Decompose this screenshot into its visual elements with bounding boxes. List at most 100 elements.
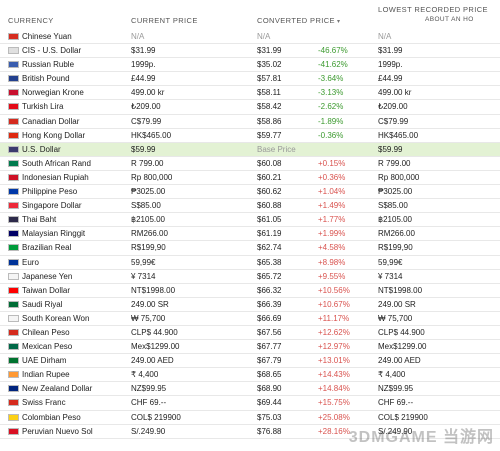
- table-row[interactable]: Thai Baht ฿2105.00 $61.05 +1.77% ฿2105.00: [0, 213, 500, 228]
- percent-difference: +28.16%: [318, 426, 350, 436]
- flag-icon: [8, 89, 19, 97]
- flag-icon: [8, 202, 19, 210]
- current-price: N/A: [131, 32, 145, 41]
- converted-price: $67.56: [257, 327, 282, 337]
- percent-difference: +0.36%: [318, 172, 346, 182]
- percent-difference: +1.49%: [318, 201, 346, 211]
- lowest-recorded-price: C$79.99: [378, 116, 409, 126]
- table-row[interactable]: New Zealand Dollar NZ$99.95 $68.90 +14.84% N…: [0, 382, 500, 397]
- currency-name: Indonesian Rupiah: [22, 172, 89, 182]
- percent-difference: +1.77%: [318, 215, 346, 225]
- current-price: R$199,90: [131, 243, 166, 253]
- table-row[interactable]: Indonesian Rupiah Rp 800,000 $60.21 +0.36% R…: [0, 171, 500, 186]
- converted-price: $67.79: [257, 356, 282, 366]
- currency-name: Peruvian Nuevo Sol: [22, 426, 93, 436]
- converted-price: $31.99: [257, 46, 282, 56]
- table-row[interactable]: Philippine Peso ₱3025.00 $60.62 +1.04% ₱3025…: [0, 185, 500, 200]
- table-row[interactable]: Malaysian Ringgit RM266.00 $61.19 +1.99% RM2…: [0, 227, 500, 242]
- percent-difference: +15.75%: [318, 398, 350, 408]
- converted-price: $61.19: [257, 229, 282, 239]
- currency-name: U.S. Dollar: [22, 144, 61, 154]
- current-price: C$79.99: [131, 116, 162, 126]
- table-row[interactable]: U.S. Dollar $59.99 Base Price $59.99: [0, 142, 500, 157]
- percent-difference: -3.13%: [318, 88, 344, 98]
- table-header: CURRENCY CURRENT PRICE CONVERTED PRICE ▾ …: [0, 0, 500, 30]
- table-row[interactable]: Canadian Dollar C$79.99 $58.86 -1.89% C$79.9…: [0, 115, 500, 129]
- header-lowest-recorded[interactable]: LOWEST RECORDED PRICE: [378, 5, 488, 14]
- currency-name: Norwegian Krone: [22, 88, 84, 98]
- lowest-recorded-price: Rp 800,000: [378, 172, 420, 182]
- converted-price: $68.65: [257, 370, 282, 380]
- table-row[interactable]: Indian Rupee ₹ 4,400 $68.65 +14.43% ₹ 4,400: [0, 368, 500, 383]
- current-price: RM266.00: [131, 229, 168, 239]
- lowest-recorded-price: R 799.00: [378, 158, 411, 168]
- table-row[interactable]: South African Rand R 799.00 $60.08 +0.15% R …: [0, 157, 500, 171]
- table-row[interactable]: Euro 59,99€ $65.38 +8.98% 59,99€: [0, 256, 500, 270]
- converted-price: $62.74: [257, 243, 282, 253]
- currency-name: Colombian Peso: [22, 412, 81, 422]
- header-currency[interactable]: CURRENCY: [8, 16, 54, 25]
- current-price: 249.00 SR: [131, 299, 169, 309]
- table-row[interactable]: Taiwan Dollar NT$1998.00 $66.32 +10.56% NT$1…: [0, 284, 500, 298]
- header-converted-price[interactable]: CONVERTED PRICE ▾: [257, 16, 340, 25]
- currency-name: Brazilian Real: [22, 243, 72, 253]
- lowest-recorded-price: NT$1998.00: [378, 285, 423, 295]
- table-row[interactable]: Japanese Yen ¥ 7314 $65.72 +9.55% ¥ 7314: [0, 270, 500, 284]
- converted-price: $60.62: [257, 187, 282, 197]
- converted-price: $58.86: [257, 116, 282, 126]
- current-price: ₩ 75,700: [131, 313, 166, 323]
- percent-difference: -1.89%: [318, 116, 344, 126]
- lowest-recorded-price: R$199,90: [378, 243, 413, 253]
- table-row[interactable]: Turkish Lira ₺209.00 $58.42 -2.62% ₺209.00: [0, 100, 500, 115]
- flag-icon: [8, 244, 19, 252]
- table-row[interactable]: Swiss Franc CHF 69.-- $69.44 +15.75% CHF 69.…: [0, 396, 500, 411]
- percent-difference: +10.67%: [318, 299, 350, 309]
- table-row[interactable]: Mexican Peso Mex$1299.00 $67.77 +12.97% Mex$…: [0, 340, 500, 355]
- current-price: S/.249.90: [131, 426, 166, 436]
- percent-difference: +14.84%: [318, 384, 350, 394]
- currency-table: Chinese Yuan N/A N/A N/A CIS - U.S. Dollar $3…: [0, 30, 500, 439]
- table-row[interactable]: Chilean Peso CLP$ 44.900 $67.56 +12.62% CLP$…: [0, 326, 500, 341]
- percent-difference: +4.58%: [318, 243, 346, 253]
- lowest-recorded-price: CHF 69.--: [378, 398, 414, 408]
- converted-price: $69.44: [257, 398, 282, 408]
- table-row[interactable]: Russian Ruble 1999p. $35.02 -41.62% 1999p.: [0, 58, 500, 73]
- currency-name: Singapore Dollar: [22, 201, 82, 211]
- percent-difference: +11.17%: [318, 313, 350, 323]
- table-row[interactable]: CIS - U.S. Dollar $31.99 $31.99 -46.67% $31.…: [0, 44, 500, 59]
- currency-name: UAE Dirham: [22, 356, 67, 366]
- converted-price: $35.02: [257, 60, 282, 70]
- currency-name: Taiwan Dollar: [22, 285, 71, 295]
- converted-price: $66.69: [257, 313, 282, 323]
- percent-difference: +10.56%: [318, 285, 350, 295]
- table-row[interactable]: South Korean Won ₩ 75,700 $66.69 +11.17% ₩ 7…: [0, 312, 500, 326]
- lowest-recorded-price: CLP$ 44.900: [378, 327, 425, 337]
- lowest-recorded-price: HK$465.00: [378, 130, 419, 140]
- percent-difference: +14.43%: [318, 370, 350, 380]
- flag-icon: [8, 131, 19, 139]
- percent-difference: +13.01%: [318, 356, 350, 366]
- percent-difference: +1.04%: [318, 187, 346, 197]
- converted-price: $66.39: [257, 299, 282, 309]
- flag-icon: [8, 371, 19, 379]
- table-row[interactable]: Saudi Riyal 249.00 SR $66.39 +10.67% 249.00 …: [0, 298, 500, 312]
- flag-icon: [8, 343, 19, 351]
- table-row[interactable]: Brazilian Real R$199,90 $62.74 +4.58% R$199,…: [0, 241, 500, 256]
- converted-price: N/A: [257, 32, 271, 41]
- header-current-price[interactable]: CURRENT PRICE: [131, 16, 198, 25]
- table-row[interactable]: Singapore Dollar S$85.00 $60.88 +1.49% S$85.…: [0, 199, 500, 214]
- table-row[interactable]: Hong Kong Dollar HK$465.00 $59.77 -0.36% HK$…: [0, 129, 500, 143]
- flag-icon: [8, 47, 19, 55]
- converted-price: $67.77: [257, 342, 282, 352]
- table-row[interactable]: UAE Dirham 249.00 AED $67.79 +13.01% 249.00 …: [0, 354, 500, 369]
- table-row[interactable]: British Pound £44.99 $57.81 -3.64% £44.99: [0, 72, 500, 87]
- lowest-recorded-price: RM266.00: [378, 229, 415, 239]
- currency-name: Chinese Yuan: [22, 32, 72, 41]
- flag-icon: [8, 188, 19, 196]
- flag-icon: [8, 314, 19, 322]
- lowest-recorded-price: S$85.00: [378, 201, 408, 211]
- table-row[interactable]: Norwegian Krone 499.00 kr $58.11 -3.13% 499.…: [0, 86, 500, 101]
- lowest-recorded-price: ฿2105.00: [378, 215, 413, 225]
- table-row[interactable]: Chinese Yuan N/A N/A N/A: [0, 30, 500, 45]
- current-price: ₹ 4,400: [131, 370, 159, 380]
